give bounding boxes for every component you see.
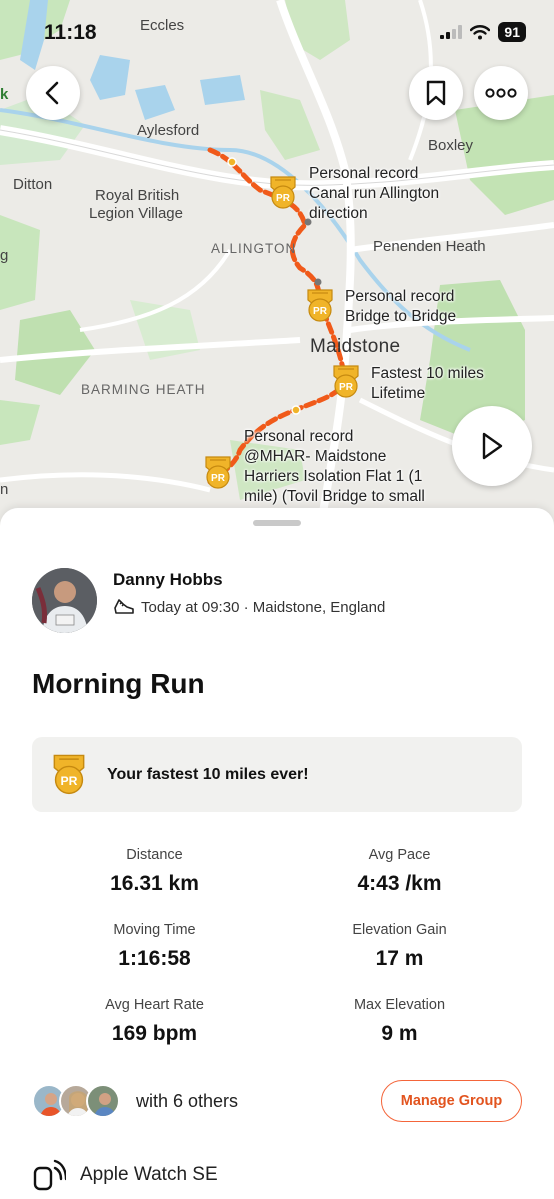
pr-label-mhar: Personal record @MHAR- Maidstone Harrier…	[244, 427, 425, 507]
athlete-avatar[interactable]	[32, 568, 97, 633]
pr-label-line: @MHAR- Maidstone	[244, 448, 387, 465]
svg-text:PR: PR	[276, 193, 291, 204]
bookmark-icon	[426, 80, 446, 106]
pr-label-line: Canal run Allington	[309, 185, 440, 202]
sheet-grabber-handle[interactable]	[253, 520, 301, 526]
stat-elevation-gain: Elevation Gain 17 m	[277, 920, 522, 973]
map-place-label: ALLINGTON	[211, 241, 297, 256]
pr-label-fastest-10-miles: Fastest 10 miles Lifetime	[371, 364, 484, 404]
pr-label-line: Bridge to Bridge	[345, 308, 457, 325]
more-options-button[interactable]	[474, 66, 528, 120]
stat-value: 9 m	[381, 1022, 418, 1045]
stat-label: Avg Pace	[368, 847, 431, 863]
pr-medal-icon: PR	[53, 754, 85, 794]
map-place-label: Penenden Heath	[373, 238, 486, 255]
activity-title: Morning Run	[32, 668, 205, 699]
activity-detail-sheet[interactable]: Danny Hobbs Today at 09:30 · Maidstone, …	[0, 508, 554, 1199]
back-button[interactable]	[26, 66, 80, 120]
play-icon	[482, 432, 503, 460]
connected-device-icon	[33, 1159, 66, 1191]
status-time: 11:18	[44, 21, 97, 44]
pr-label-line: mile) (Tovil Bridge to small	[244, 488, 425, 505]
device-name: Apple Watch SE	[80, 1164, 218, 1185]
route-map[interactable]: Eccles Aylesford Boxley Ditton Royal Bri…	[0, 0, 554, 530]
pr-medal-icon[interactable]: PR	[267, 175, 299, 211]
svg-text:PR: PR	[61, 773, 78, 787]
stat-distance: Distance 16.31 km	[32, 845, 277, 898]
map-place-label: k	[0, 86, 9, 103]
map-place-label: Ditton	[13, 176, 53, 193]
map-place-label: BARMING HEATH	[81, 382, 206, 397]
group-avatar	[86, 1084, 120, 1118]
pr-medal-icon[interactable]: PR	[202, 455, 234, 491]
manage-group-button[interactable]: Manage Group	[381, 1080, 522, 1122]
play-flyover-button[interactable]	[452, 406, 532, 486]
pr-label-line: direction	[309, 205, 368, 222]
stat-label: Moving Time	[113, 922, 196, 938]
map-place-label: Eccles	[140, 17, 185, 34]
stat-moving-time: Moving Time 1:16:58	[32, 920, 277, 973]
activity-date-location: Today at 09:30 · Maidstone, England	[141, 598, 386, 616]
pr-label-line: Personal record	[244, 428, 354, 445]
achievement-banner[interactable]: PR Your fastest 10 miles ever!	[32, 737, 522, 812]
more-dots-icon	[485, 88, 517, 98]
status-indicators: 91	[440, 22, 526, 42]
pr-medal-icon[interactable]: PR	[330, 364, 362, 400]
map-place-label: Aylesford	[137, 122, 200, 139]
pr-label-line: Fastest 10 miles	[371, 365, 484, 382]
stat-value: 4:43 /km	[357, 872, 442, 895]
group-activity-row: with 6 others Manage Group	[32, 1080, 522, 1122]
battery-indicator: 91	[498, 22, 526, 42]
wifi-icon	[470, 24, 491, 39]
stat-label: Elevation Gain	[352, 922, 447, 938]
stat-value: 169 bpm	[111, 1022, 198, 1045]
stat-label: Avg Heart Rate	[105, 997, 204, 1013]
stat-avg-pace: Avg Pace 4:43 /km	[277, 845, 522, 898]
map-place-label: n	[0, 481, 9, 498]
stat-label: Max Elevation	[353, 997, 446, 1013]
map-place-label: Legion Village	[89, 205, 183, 222]
map-place-label: Boxley	[428, 137, 474, 154]
stat-value: 1:16:58	[118, 947, 191, 970]
group-with-others-text[interactable]: with 6 others	[136, 1091, 238, 1112]
stat-label: Distance	[126, 847, 183, 863]
pr-label-bridge-to-bridge: Personal record Bridge to Bridge	[345, 287, 456, 327]
svg-text:PR: PR	[211, 473, 226, 484]
stats-grid: Distance 16.31 km Avg Pace 4:43 /km Movi…	[32, 845, 522, 1048]
group-avatars[interactable]	[32, 1083, 124, 1119]
map-place-label: Maidstone	[310, 336, 401, 357]
map-place-label: Royal British	[95, 187, 180, 204]
avatar-photo	[32, 568, 97, 633]
pr-label-line: Personal record	[345, 288, 455, 305]
stat-value: 16.31 km	[110, 872, 199, 895]
stat-avg-heart-rate: Avg Heart Rate 169 bpm	[32, 995, 277, 1048]
svg-text:PR: PR	[313, 306, 328, 317]
pr-label-line: Harriers Isolation Flat 1 (1	[244, 468, 423, 485]
stat-value: 17 m	[375, 947, 424, 970]
svg-text:PR: PR	[339, 382, 354, 393]
cellular-signal-icon	[440, 25, 463, 39]
pr-label-line: Personal record	[309, 165, 419, 182]
stat-max-elevation: Max Elevation 9 m	[277, 995, 522, 1048]
activity-meta: Today at 09:30 · Maidstone, England	[113, 598, 385, 616]
athlete-name[interactable]: Danny Hobbs	[113, 570, 223, 590]
device-row: Apple Watch SE	[32, 1158, 218, 1192]
pr-medal-icon[interactable]: PR	[304, 288, 336, 324]
running-shoe-icon	[114, 599, 134, 614]
pr-label-canal-run: Personal record Canal run Allington dire…	[309, 164, 439, 224]
bookmark-button[interactable]	[409, 66, 463, 120]
map-place-label: g	[0, 247, 9, 264]
pr-label-line: Lifetime	[371, 385, 426, 402]
chevron-left-icon	[45, 81, 59, 105]
achievement-text: Your fastest 10 miles ever!	[107, 765, 309, 783]
